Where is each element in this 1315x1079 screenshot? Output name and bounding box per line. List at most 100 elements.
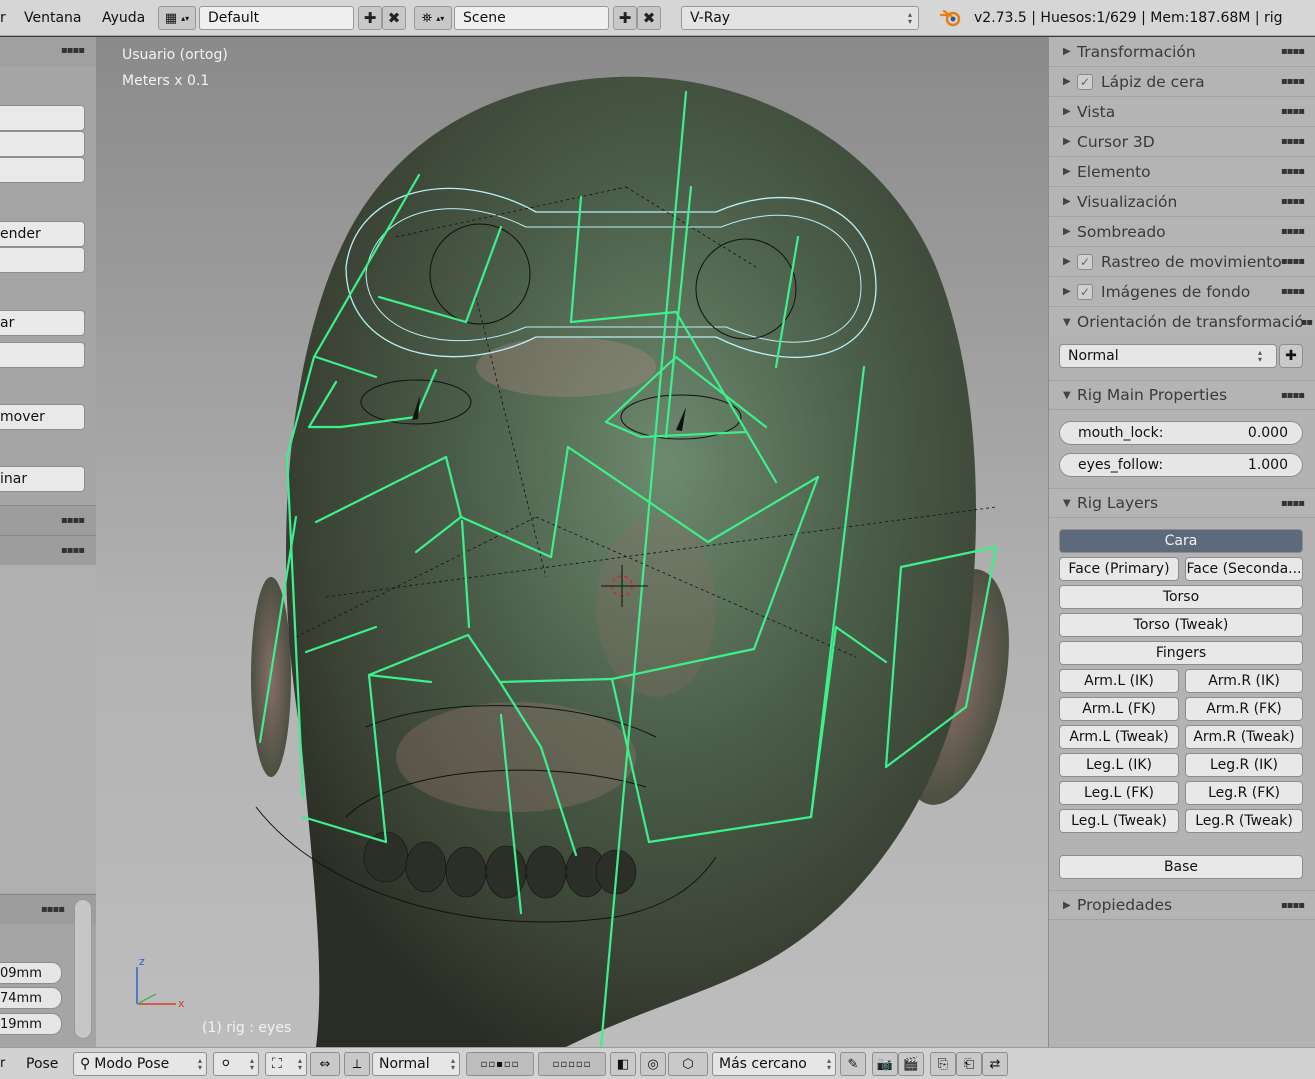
menu-partial-left[interactable]: r: [0, 10, 6, 26]
add-layout-button[interactable]: ✚: [358, 6, 382, 30]
transform-orientation-select[interactable]: Normal ▴ ▾: [372, 1052, 460, 1076]
paste-pose-button[interactable]: ⎗: [956, 1052, 982, 1076]
layer-base[interactable]: Base: [1059, 855, 1303, 879]
drag-grip-icon[interactable]: ▪▪▪▪: [1281, 196, 1305, 207]
panel-background-images[interactable]: ▶ ✓ Imágenes de fondo ▪▪▪▪: [1049, 277, 1315, 307]
tool-button-remove[interactable]: mover: [0, 404, 85, 430]
layer-leg-l-ik[interactable]: Leg.L (IK): [1059, 753, 1179, 777]
menu-partial-left[interactable]: r: [0, 1056, 5, 1071]
panel-motion-tracking[interactable]: ▶ ✓ Rastreo de movimiento ▪▪▪▪: [1049, 247, 1315, 277]
translate-manipulator-button[interactable]: ⟂: [344, 1052, 370, 1076]
remove-scene-button[interactable]: ✖: [637, 6, 661, 30]
pivot-point-select[interactable]: ⛶ ▴ ▾: [265, 1052, 307, 1076]
scrollbar[interactable]: [74, 899, 92, 1039]
drag-grip-icon[interactable]: ▪▪▪▪: [1281, 256, 1305, 267]
panel-transform[interactable]: ▶ Transformación ▪▪▪▪: [1049, 37, 1315, 67]
layer-leg-l-fk[interactable]: Leg.L (FK): [1059, 781, 1179, 805]
scene-field[interactable]: Scene: [454, 6, 609, 30]
tool-button-1[interactable]: [0, 105, 85, 131]
drag-grip-icon[interactable]: ▪▪▪▪: [1281, 390, 1305, 401]
tool-button-5[interactable]: [0, 247, 85, 273]
panel-rig-main-properties[interactable]: ▼ Rig Main Properties ▪▪▪▪: [1049, 380, 1315, 410]
snap-rotation-button[interactable]: ✎: [840, 1052, 866, 1076]
copy-pose-button[interactable]: ⎘: [930, 1052, 956, 1076]
drag-grip-icon[interactable]: ▪▪▪▪: [61, 515, 85, 526]
panel-properties[interactable]: ▶ Propiedades ▪▪▪▪: [1049, 890, 1315, 920]
tool-button-delete[interactable]: inar: [0, 466, 85, 492]
layer-leg-r-fk[interactable]: Leg.R (FK): [1185, 781, 1303, 805]
lock-camera-button[interactable]: ◧: [610, 1052, 636, 1076]
layer-leg-r-ik[interactable]: Leg.R (IK): [1185, 753, 1303, 777]
panel-grease-pencil[interactable]: ▶ ✓ Lápiz de cera ▪▪▪▪: [1049, 67, 1315, 97]
layer-leg-l-tweak[interactable]: Leg.L (Tweak): [1059, 809, 1179, 833]
drag-grip-icon[interactable]: ▪▪▪▪: [1281, 286, 1305, 297]
orientation-select[interactable]: Normal ▴ ▾: [1059, 344, 1277, 368]
tool-shelf-panel-header[interactable]: ▪▪▪▪: [0, 505, 96, 535]
enable-checkbox[interactable]: ✓: [1077, 283, 1093, 300]
drag-grip-icon[interactable]: ▪▪▪▪: [61, 545, 85, 556]
snap-toggle-button[interactable]: ⬡: [668, 1052, 708, 1076]
add-scene-button[interactable]: ✚: [613, 6, 637, 30]
panel-transform-orientation[interactable]: ▼ Orientación de transformación ▪▪: [1049, 307, 1315, 337]
tool-button-extend[interactable]: ender: [0, 221, 85, 247]
menu-window[interactable]: Ventana: [12, 10, 94, 26]
eyes-follow-slider[interactable]: eyes_follow: 1.000: [1059, 453, 1303, 477]
layer-cara[interactable]: Cara: [1059, 529, 1303, 553]
3d-viewport[interactable]: z x Usuario (ortog) Meters x 0.1 (1) rig…: [96, 37, 1048, 1047]
layer-arm-l-fk[interactable]: Arm.L (FK): [1059, 697, 1179, 721]
layer-arm-r-tweak[interactable]: Arm.R (Tweak): [1185, 725, 1303, 749]
menu-help[interactable]: Ayuda: [90, 10, 157, 26]
tool-shelf-panel-header[interactable]: ▪▪▪▪: [0, 535, 96, 565]
drag-grip-icon[interactable]: ▪▪▪▪: [1281, 498, 1305, 509]
remove-layout-button[interactable]: ✖: [382, 6, 406, 30]
screen-layout-field[interactable]: Default: [199, 6, 354, 30]
layer-arm-l-tweak[interactable]: Arm.L (Tweak): [1059, 725, 1179, 749]
drag-grip-icon[interactable]: ▪▪▪▪: [1281, 166, 1305, 177]
tool-button-7[interactable]: [0, 342, 85, 368]
value-field-2[interactable]: 74mm: [0, 987, 62, 1009]
layers-grid-1[interactable]: ▫▫▪▫▫: [466, 1052, 534, 1076]
layer-leg-r-tweak[interactable]: Leg.R (Tweak): [1185, 809, 1303, 833]
layer-fingers[interactable]: Fingers: [1059, 641, 1303, 665]
layers-grid-2[interactable]: ▫▫▫▫▫: [538, 1052, 606, 1076]
layer-face-primary[interactable]: Face (Primary): [1059, 557, 1179, 581]
screen-layout-icon-button[interactable]: ▦ ▴▾: [158, 6, 196, 30]
render-engine-select[interactable]: V-Ray ▴ ▾: [681, 6, 919, 30]
drag-grip-icon[interactable]: ▪▪: [1300, 317, 1313, 328]
render-still-button[interactable]: 📷: [872, 1052, 898, 1076]
panel-item[interactable]: ▶ Elemento ▪▪▪▪: [1049, 157, 1315, 187]
manipulator-toggle-button[interactable]: ⇔: [310, 1052, 340, 1076]
proportional-edit-button[interactable]: ◎: [640, 1052, 666, 1076]
paste-flipped-pose-button[interactable]: ⇄: [982, 1052, 1008, 1076]
layer-face-secondary[interactable]: Face (Seconda...: [1185, 557, 1303, 581]
drag-grip-icon[interactable]: ▪▪▪▪: [1281, 226, 1305, 237]
tool-button-2[interactable]: [0, 131, 85, 157]
value-field-1[interactable]: 09mm: [0, 962, 62, 984]
panel-3d-cursor[interactable]: ▶ Cursor 3D ▪▪▪▪: [1049, 127, 1315, 157]
drag-grip-icon[interactable]: ▪▪▪▪: [1281, 136, 1305, 147]
enable-checkbox[interactable]: ✓: [1077, 73, 1093, 90]
panel-rig-layers[interactable]: ▼ Rig Layers ▪▪▪▪: [1049, 488, 1315, 518]
enable-checkbox[interactable]: ✓: [1077, 253, 1093, 270]
layer-arm-l-ik[interactable]: Arm.L (IK): [1059, 669, 1179, 693]
mouth-lock-slider[interactable]: mouth_lock: 0.000: [1059, 421, 1303, 445]
layer-arm-r-fk[interactable]: Arm.R (FK): [1185, 697, 1303, 721]
layer-torso[interactable]: Torso: [1059, 585, 1303, 609]
tool-button-3[interactable]: [0, 157, 85, 183]
render-animation-button[interactable]: 🎬: [898, 1052, 924, 1076]
panel-view[interactable]: ▶ Vista ▪▪▪▪: [1049, 97, 1315, 127]
drag-grip-icon[interactable]: ▪▪▪▪: [41, 904, 65, 915]
viewport-shading-select[interactable]: ⚪ ▴ ▾: [213, 1052, 259, 1076]
drag-grip-icon[interactable]: ▪▪▪▪: [61, 45, 85, 56]
pose-menu[interactable]: Pose: [26, 1056, 58, 1072]
panel-display[interactable]: ▶ Visualización ▪▪▪▪: [1049, 187, 1315, 217]
tool-button-ar[interactable]: ar: [0, 310, 85, 336]
add-orientation-button[interactable]: ✚: [1279, 344, 1303, 368]
mode-select[interactable]: ⚲ Modo Pose ▴ ▾: [73, 1052, 207, 1076]
drag-grip-icon[interactable]: ▪▪▪▪: [1281, 46, 1305, 57]
value-field-3[interactable]: 19mm: [0, 1013, 62, 1035]
drag-grip-icon[interactable]: ▪▪▪▪: [1281, 900, 1305, 911]
drag-grip-icon[interactable]: ▪▪▪▪: [1281, 76, 1305, 87]
drag-grip-icon[interactable]: ▪▪▪▪: [1281, 106, 1305, 117]
layer-arm-r-ik[interactable]: Arm.R (IK): [1185, 669, 1303, 693]
